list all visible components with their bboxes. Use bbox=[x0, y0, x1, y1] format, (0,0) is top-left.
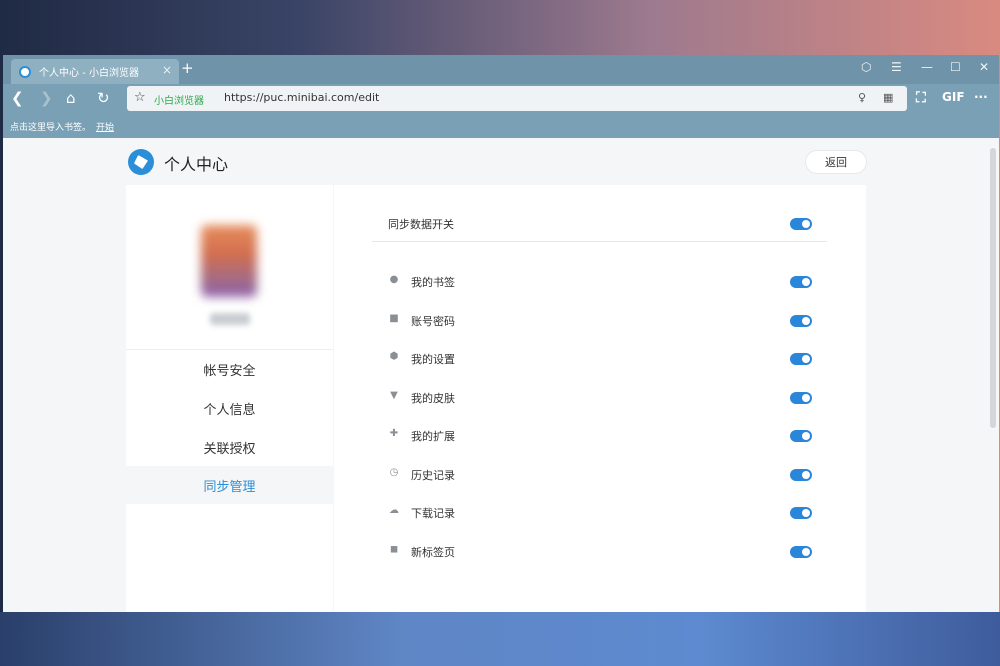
maximize-icon[interactable]: ☐ bbox=[950, 60, 961, 74]
sync-item-label: 我的设置 bbox=[411, 353, 455, 366]
address-brand: 小白浏览器 bbox=[154, 96, 204, 107]
address-url[interactable]: https://puc.minibai.com/edit bbox=[224, 91, 379, 104]
close-window-icon[interactable]: ✕ bbox=[979, 60, 989, 74]
lock-icon: ■ bbox=[389, 313, 399, 324]
desktop-background bbox=[0, 612, 1000, 666]
puzzle-icon: ✚ bbox=[389, 428, 399, 439]
navigation-toolbar: ❮ ❯ ⌂ ↻ ☆ 小白浏览器 https://puc.minibai.com/… bbox=[3, 84, 999, 114]
more-icon[interactable]: ··· bbox=[974, 90, 988, 104]
crop-icon[interactable]: ⛶ bbox=[916, 90, 926, 106]
qr-code-icon[interactable]: ▦ bbox=[883, 91, 893, 104]
tab-title: 个人中心 - 小白浏览器 bbox=[39, 68, 139, 79]
divider bbox=[372, 241, 827, 242]
address-bar[interactable]: ☆ 小白浏览器 https://puc.minibai.com/edit ♀ ▦ bbox=[127, 86, 907, 111]
page-content: 个人中心 返回 帐号安全 个人信息 关联授权 同步管理 同步数据开关 ● 我的书… bbox=[3, 138, 999, 612]
sidebar-item-personal-info[interactable]: 个人信息 bbox=[126, 389, 333, 427]
sync-item-label: 我的书签 bbox=[411, 276, 455, 289]
bookmarks-start-link[interactable]: 开始 bbox=[96, 120, 114, 133]
page-title: 个人中心 bbox=[164, 155, 229, 174]
sync-item-label: 我的扩展 bbox=[411, 430, 455, 443]
lightbulb-icon[interactable]: ♀ bbox=[858, 91, 866, 104]
sync-item-label: 历史记录 bbox=[411, 469, 455, 482]
sidebar-panel: 帐号安全 个人信息 关联授权 同步管理 bbox=[126, 185, 333, 612]
home-icon[interactable]: ⌂ bbox=[66, 89, 76, 107]
favicon-icon bbox=[19, 65, 31, 78]
reload-icon[interactable]: ↻ bbox=[97, 89, 110, 107]
page-scrollbar[interactable] bbox=[990, 148, 996, 428]
sync-panel: 同步数据开关 ● 我的书签 ■ 账号密码 ⬢ 我的设置 ▼ 我的皮肤 ✚ 我的扩… bbox=[334, 185, 866, 612]
bookmarks-bar: 点击这里导入书签。 开始 bbox=[3, 114, 999, 138]
shirt-icon: ▼ bbox=[390, 390, 398, 401]
toggle-extensions[interactable] bbox=[790, 430, 812, 442]
user-icon: ● bbox=[389, 274, 399, 285]
skin-icon[interactable]: ⬡ bbox=[861, 60, 871, 74]
tab-bar: 个人中心 - 小白浏览器 × + ⬡ ☰ — ☐ ✕ bbox=[3, 55, 999, 84]
toggle-new-tab[interactable] bbox=[790, 546, 812, 558]
sidebar-item-sync-management[interactable]: 同步管理 bbox=[126, 466, 333, 504]
toggle-bookmarks[interactable] bbox=[790, 276, 812, 288]
bookmarks-hint: 点击这里导入书签。 bbox=[10, 123, 92, 133]
menu-icon[interactable]: ☰ bbox=[891, 60, 902, 74]
toggle-skins[interactable] bbox=[790, 392, 812, 404]
username-blurred bbox=[210, 313, 250, 325]
sync-master-toggle[interactable] bbox=[790, 218, 812, 230]
forward-icon[interactable]: ❯ bbox=[40, 89, 53, 107]
toggle-history[interactable] bbox=[790, 469, 812, 481]
clock-icon: ◷ bbox=[389, 467, 399, 478]
avatar[interactable] bbox=[201, 225, 257, 297]
gif-button[interactable]: GIF bbox=[942, 90, 965, 104]
sync-item-label: 新标签页 bbox=[411, 546, 455, 559]
sync-item-label: 下载记录 bbox=[411, 507, 455, 520]
tab-active[interactable]: 个人中心 - 小白浏览器 × bbox=[11, 59, 179, 84]
sync-item-label: 我的皮肤 bbox=[411, 392, 455, 405]
toggle-passwords[interactable] bbox=[790, 315, 812, 327]
cloud-download-icon: ☁ bbox=[389, 505, 399, 516]
new-tab-button[interactable]: + bbox=[181, 59, 194, 77]
sync-master-label: 同步数据开关 bbox=[388, 218, 454, 231]
sidebar-item-account-security[interactable]: 帐号安全 bbox=[126, 350, 333, 388]
minimize-icon[interactable]: — bbox=[921, 60, 933, 74]
return-button[interactable]: 返回 bbox=[805, 150, 867, 174]
logo-icon bbox=[128, 149, 154, 175]
star-icon[interactable]: ☆ bbox=[134, 90, 146, 105]
sync-item-label: 账号密码 bbox=[411, 315, 455, 328]
sidebar-item-linked-auth[interactable]: 关联授权 bbox=[126, 428, 333, 466]
browser-window: 个人中心 - 小白浏览器 × + ⬡ ☰ — ☐ ✕ ❮ ❯ ⌂ ↻ ☆ 小白浏… bbox=[3, 55, 999, 612]
bookmark-tab-icon: ◼ bbox=[389, 544, 399, 555]
toggle-downloads[interactable] bbox=[790, 507, 812, 519]
toggle-settings[interactable] bbox=[790, 353, 812, 365]
settings-icon: ⬢ bbox=[389, 351, 399, 362]
tab-close-icon[interactable]: × bbox=[162, 63, 172, 77]
back-icon[interactable]: ❮ bbox=[11, 89, 24, 107]
